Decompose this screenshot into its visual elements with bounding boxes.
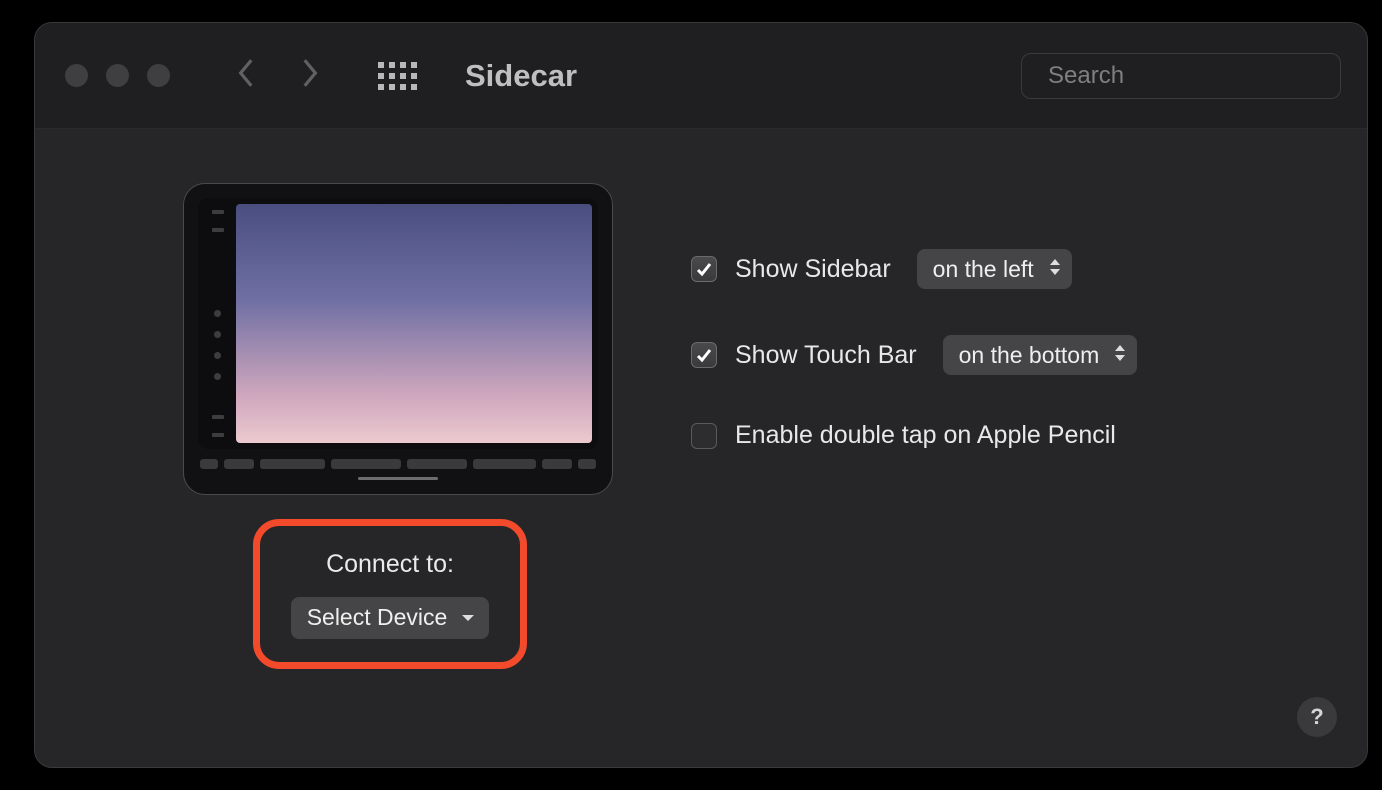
ipad-preview-home-indicator bbox=[358, 477, 438, 480]
show-touchbar-checkbox[interactable] bbox=[691, 342, 717, 368]
ipad-preview-touchbar bbox=[200, 455, 596, 473]
show-touchbar-label: Show Touch Bar bbox=[735, 341, 917, 370]
show-all-button[interactable] bbox=[378, 62, 417, 90]
apple-pencil-checkbox[interactable] bbox=[691, 423, 717, 449]
search-input[interactable] bbox=[1048, 62, 1358, 90]
checkmark-icon bbox=[696, 261, 712, 277]
pane-title: Sidecar bbox=[465, 58, 577, 94]
sidebar-position-dropdown[interactable]: on the left bbox=[917, 249, 1072, 289]
close-window-button[interactable] bbox=[65, 64, 88, 87]
ipad-preview-screen bbox=[236, 204, 592, 443]
help-icon: ? bbox=[1310, 704, 1323, 730]
zoom-window-button[interactable] bbox=[147, 64, 170, 87]
back-button[interactable] bbox=[236, 56, 258, 95]
titlebar: Sidecar bbox=[35, 23, 1367, 129]
options-list: Show Sidebar on the left Show Touch Bar … bbox=[691, 249, 1137, 450]
apple-pencil-label: Enable double tap on Apple Pencil bbox=[735, 421, 1116, 450]
grid-icon bbox=[378, 62, 417, 90]
show-sidebar-row: Show Sidebar on the left bbox=[691, 249, 1137, 289]
connect-highlight: Connect to: Select Device bbox=[253, 519, 527, 669]
apple-pencil-row: Enable double tap on Apple Pencil bbox=[691, 421, 1137, 450]
select-device-dropdown[interactable]: Select Device bbox=[291, 597, 490, 639]
select-device-label: Select Device bbox=[307, 604, 448, 631]
search-field[interactable] bbox=[1021, 53, 1341, 99]
sidebar-position-value: on the left bbox=[933, 256, 1034, 283]
minimize-window-button[interactable] bbox=[106, 64, 129, 87]
touchbar-position-dropdown[interactable]: on the bottom bbox=[943, 335, 1138, 375]
show-sidebar-checkbox[interactable] bbox=[691, 256, 717, 282]
updown-icon bbox=[1048, 256, 1062, 283]
touchbar-position-value: on the bottom bbox=[959, 342, 1100, 369]
forward-button[interactable] bbox=[298, 56, 320, 95]
chevron-down-icon bbox=[461, 613, 475, 623]
updown-icon bbox=[1113, 342, 1127, 369]
content-area: Connect to: Select Device Show Sidebar o… bbox=[35, 129, 1367, 767]
window-controls bbox=[65, 64, 170, 87]
ipad-preview bbox=[183, 183, 613, 495]
show-touchbar-row: Show Touch Bar on the bottom bbox=[691, 335, 1137, 375]
ipad-preview-sidebar bbox=[198, 198, 236, 449]
show-sidebar-label: Show Sidebar bbox=[735, 255, 891, 284]
preferences-window: Sidecar bbox=[34, 22, 1368, 768]
connect-to-label: Connect to: bbox=[326, 550, 454, 579]
checkmark-icon bbox=[696, 347, 712, 363]
help-button[interactable]: ? bbox=[1297, 697, 1337, 737]
nav-arrows bbox=[236, 56, 320, 95]
